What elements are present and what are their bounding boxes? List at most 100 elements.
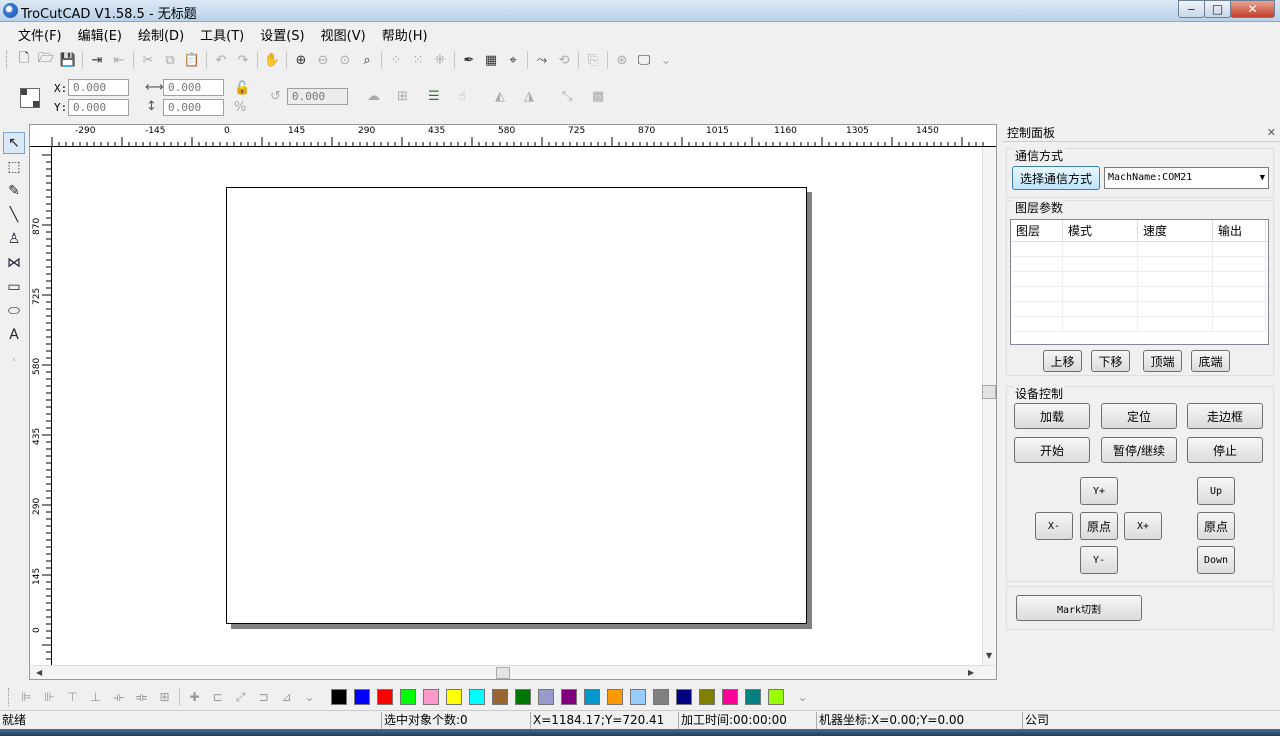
freehand-icon[interactable]: ✎ (3, 180, 25, 202)
layer-table[interactable]: 图层 模式 速度 输出 (1010, 219, 1269, 345)
start-point-icon[interactable]: ⟲ (553, 49, 575, 71)
paste-icon[interactable]: 📋 (181, 49, 203, 71)
z-up-button[interactable]: Up (1197, 477, 1235, 505)
jog-y-plus-button[interactable]: Y+ (1080, 477, 1118, 505)
hand-edit-icon[interactable]: ☝ (458, 89, 466, 104)
monitor-icon[interactable]: 🖵 (633, 49, 655, 71)
same-height-icon[interactable]: ⊐ (252, 690, 275, 704)
menu-tools[interactable]: 工具(T) (192, 25, 252, 44)
lock-ratio-icon[interactable]: 🔓 (234, 81, 250, 96)
menu-view[interactable]: 视图(V) (313, 25, 374, 44)
color-swatch[interactable] (630, 689, 646, 705)
move-up-button[interactable]: 上移 (1043, 350, 1082, 372)
distribute-icon[interactable]: ⊿ (275, 690, 298, 704)
palette-more-icon[interactable]: ⌄ (791, 690, 814, 704)
same-size-icon[interactable]: ⤢ (229, 690, 252, 705)
open-folder-icon[interactable]: 🗁 (35, 49, 57, 71)
color-swatch[interactable] (423, 689, 439, 705)
pen-node-icon[interactable]: ♙ (3, 228, 25, 250)
jog-x-minus-button[interactable]: X- (1035, 512, 1073, 540)
select-arrow-icon[interactable]: ↖ (3, 132, 25, 154)
select-comm-button[interactable]: 选择通信方式 (1012, 166, 1100, 190)
center-page-icon[interactable]: ✚ (183, 690, 206, 704)
vertical-scroll-thumb[interactable] (982, 385, 996, 399)
width-input[interactable]: 0.000 (163, 79, 224, 96)
scroll-down-icon[interactable]: ▼ (986, 651, 992, 660)
color-swatch[interactable] (446, 689, 462, 705)
scroll-right-icon[interactable]: ▶ (968, 668, 974, 677)
scroll-left-icon[interactable]: ◀ (36, 668, 42, 677)
mirror-v-icon[interactable]: ◮ (524, 89, 534, 104)
start-button[interactable]: 开始 (1014, 437, 1090, 463)
move-bottom-button[interactable]: 底端 (1191, 350, 1230, 372)
jog-x-plus-button[interactable]: X+ (1124, 512, 1162, 540)
menu-help[interactable]: 帮助(H) (374, 25, 436, 44)
color-swatch[interactable] (722, 689, 738, 705)
line-tool-icon[interactable]: ╲ (3, 204, 25, 226)
array-icon[interactable]: ▦ (480, 49, 502, 71)
align-more-icon[interactable]: ⌄ (298, 690, 321, 704)
anchor-point-icon[interactable] (20, 88, 40, 108)
rotate-angle-input[interactable]: 0.000 (287, 88, 348, 105)
layer-stack-icon[interactable]: ☰ (428, 89, 440, 104)
color-swatch[interactable] (400, 689, 416, 705)
undo-icon[interactable]: ↶ (210, 49, 232, 71)
horizontal-scrollbar[interactable]: ◀ ▶ (30, 665, 996, 679)
hatch-icon[interactable]: ▩ (592, 89, 604, 104)
node-edit-icon[interactable]: ⌖ (502, 49, 524, 71)
align-top-icon[interactable]: ⊤ (61, 690, 84, 704)
drawing-canvas[interactable]: -290 -145 0 145 290 435 580 725 870 1015… (29, 124, 997, 680)
maximize-button[interactable]: □ (1204, 0, 1231, 18)
new-file-icon[interactable]: 🗋 (13, 49, 35, 71)
height-input[interactable]: 0.000 (163, 99, 224, 116)
move-down-button[interactable]: 下移 (1091, 350, 1130, 372)
combine-icon[interactable]: ⁜ (429, 49, 451, 71)
export-icon[interactable]: ⇤ (108, 49, 130, 71)
align-vcenter-icon[interactable]: ⟚ (130, 690, 153, 705)
pan-hand-icon[interactable]: ✋ (261, 49, 283, 71)
panel-close-icon[interactable]: ✕ (1267, 126, 1276, 139)
menu-settings[interactable]: 设置(S) (252, 25, 312, 44)
toolbar-more-icon[interactable]: ⌄ (655, 49, 677, 71)
menu-file[interactable]: 文件(F) (10, 25, 70, 44)
ungroup-icon[interactable]: ⁙ (407, 49, 429, 71)
scale-icon[interactable]: ⤡ (562, 89, 572, 104)
z-down-button[interactable]: Down (1197, 546, 1235, 574)
output-icon[interactable]: ⎘ (582, 49, 604, 71)
import-icon[interactable]: ⇥ (86, 49, 108, 71)
color-swatch[interactable] (653, 689, 669, 705)
polyline-icon[interactable]: ⋈ (3, 252, 25, 274)
same-width-icon[interactable]: ⊏ (206, 690, 229, 704)
dropdown-arrow-icon[interactable]: ▼ (1260, 168, 1265, 188)
mirror-h-icon[interactable]: ◭ (495, 89, 505, 104)
vertical-scrollbar[interactable]: ▼ (982, 147, 996, 667)
color-swatch[interactable] (469, 689, 485, 705)
menu-edit[interactable]: 编辑(E) (70, 25, 130, 44)
z-origin-button[interactable]: 原点 (1197, 512, 1235, 540)
work-area-page[interactable] (226, 187, 807, 624)
mark-cut-button[interactable]: Mark切割 (1016, 595, 1142, 621)
align-bottom-icon[interactable]: ⊥ (84, 690, 107, 704)
close-button[interactable]: ✕ (1230, 0, 1275, 18)
horizontal-scroll-thumb[interactable] (496, 667, 510, 679)
color-swatch[interactable] (561, 689, 577, 705)
text-tool-icon[interactable]: A (3, 324, 25, 346)
color-swatch[interactable] (607, 689, 623, 705)
pen-tool-icon[interactable]: ✒ (458, 49, 480, 71)
color-swatch[interactable] (699, 689, 715, 705)
x-position-input[interactable]: 0.000 (68, 79, 129, 96)
load-button[interactable]: 加载 (1014, 403, 1090, 429)
menu-draw[interactable]: 绘制(D) (130, 25, 192, 44)
group-icon[interactable]: ⁘ (385, 49, 407, 71)
rectangle-tool-icon[interactable]: ▭ (3, 276, 25, 298)
grid-align-icon[interactable]: ⊞ (397, 89, 408, 104)
align-hcenter-icon[interactable]: ⟛ (107, 690, 130, 705)
color-swatch[interactable] (492, 689, 508, 705)
frame-button[interactable]: 走边框 (1187, 403, 1263, 429)
copy-icon[interactable]: ⧉ (159, 49, 181, 71)
cut-icon[interactable]: ✂ (137, 49, 159, 71)
move-top-button[interactable]: 顶端 (1143, 350, 1182, 372)
color-swatch[interactable] (745, 689, 761, 705)
locate-button[interactable]: 定位 (1101, 403, 1177, 429)
pause-resume-button[interactable]: 暂停/继续 (1101, 437, 1177, 463)
